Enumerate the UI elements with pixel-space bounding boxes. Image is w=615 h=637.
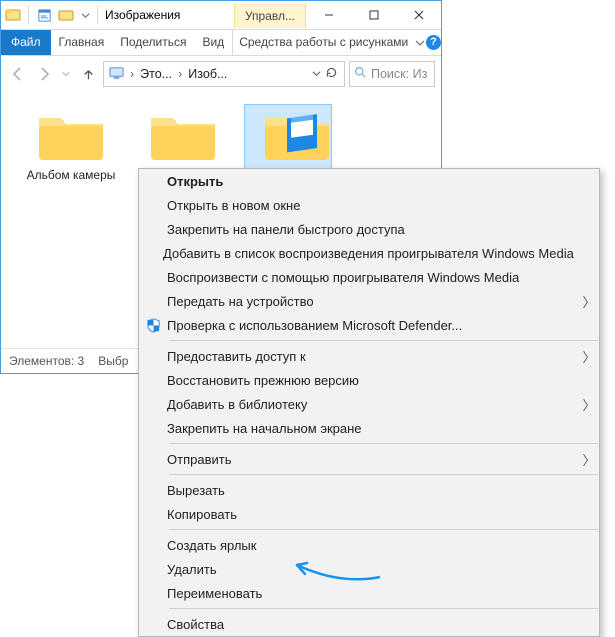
address-bar[interactable]: › Это... › Изоб... [103,61,345,87]
folder-thumbnail-icon [261,108,333,164]
navigation-bar: › Это... › Изоб... Поиск: Из [1,56,441,92]
tab-view[interactable]: Вид [194,30,232,55]
breadcrumb-segment[interactable]: Изоб... [185,67,230,81]
properties-icon[interactable] [34,4,54,26]
refresh-icon[interactable] [325,66,338,82]
folder-icon [35,108,107,164]
menu-play-wmp[interactable]: Воспроизвести с помощью проигрывателя Wi… [139,265,599,289]
contextual-tab-header[interactable]: Управл... [234,3,306,28]
close-button[interactable] [396,1,441,30]
folder-icon [147,108,219,164]
folder-label: Альбом камеры [27,168,116,182]
menu-pin-quick-access[interactable]: Закрепить на панели быстрого доступа [139,217,599,241]
menu-copy[interactable]: Копировать [139,502,599,526]
search-placeholder: Поиск: Из [371,67,427,81]
nav-forward-button[interactable] [33,63,55,85]
help-button[interactable]: ? [426,30,441,55]
window-controls [306,1,441,30]
menu-rename[interactable]: Переименовать [139,581,599,605]
maximize-button[interactable] [351,1,396,30]
submenu-arrow-icon: 〉 [579,395,599,414]
nav-recent-chevron-icon[interactable] [59,63,73,85]
window-title: Изображения [101,8,234,22]
minimize-button[interactable] [306,1,351,30]
quick-access-toolbar [1,4,94,26]
menu-defender-scan[interactable]: Проверка с использованием Microsoft Defe… [139,313,599,337]
help-icon: ? [426,35,441,50]
chevron-right-icon[interactable]: › [175,67,185,81]
breadcrumb-segment[interactable]: Это... [137,67,175,81]
submenu-arrow-icon: 〉 [579,292,599,311]
menu-cast-to-device[interactable]: Передать на устройство〉 [139,289,599,313]
nav-up-button[interactable] [77,63,99,85]
menu-delete[interactable]: Удалить [139,557,599,581]
submenu-arrow-icon: 〉 [579,347,599,366]
menu-open[interactable]: Открыть [139,169,599,193]
address-chevron-down-icon[interactable] [312,67,321,81]
qat-chevron-down-icon[interactable] [78,4,92,26]
folder-item-camera-roll[interactable]: Альбом камеры [19,108,123,182]
menu-give-access[interactable]: Предоставить доступ к〉 [139,344,599,368]
search-input[interactable]: Поиск: Из [349,61,435,87]
chevron-right-icon[interactable]: › [127,67,137,81]
menu-add-wmp-playlist[interactable]: Добавить в список воспроизведения проигр… [139,241,599,265]
menu-add-to-library[interactable]: Добавить в библиотеку〉 [139,392,599,416]
menu-separator [169,529,598,530]
tab-picture-tools[interactable]: Средства работы с рисунками [233,30,414,55]
menu-restore-previous[interactable]: Восстановить прежнюю версию [139,368,599,392]
new-folder-icon[interactable] [56,4,76,26]
tab-home[interactable]: Главная [51,30,113,55]
menu-create-shortcut[interactable]: Создать ярлык [139,533,599,557]
menu-separator [169,608,598,609]
title-bar: Изображения Управл... [1,1,441,30]
status-selection: Выбр [98,354,128,368]
pc-icon [106,65,127,83]
menu-separator [169,474,598,475]
app-icon[interactable] [3,4,23,26]
menu-pin-to-start[interactable]: Закрепить на начальном экране [139,416,599,440]
folder-item-selected[interactable] [245,108,349,164]
defender-shield-icon [139,318,167,333]
menu-cut[interactable]: Вырезать [139,478,599,502]
ribbon-expand-chevron-icon[interactable] [414,30,426,55]
context-menu: Открыть Открыть в новом окне Закрепить н… [138,168,600,637]
tab-file[interactable]: Файл [1,30,51,55]
search-icon [354,66,367,82]
tab-share[interactable]: Поделиться [112,30,194,55]
menu-separator [169,443,598,444]
menu-open-new-window[interactable]: Открыть в новом окне [139,193,599,217]
menu-properties[interactable]: Свойства [139,612,599,636]
menu-send-to[interactable]: Отправить〉 [139,447,599,471]
nav-back-button[interactable] [7,63,29,85]
submenu-arrow-icon: 〉 [579,450,599,469]
ribbon-tabs: Файл Главная Поделиться Вид Средства раб… [1,30,441,56]
menu-separator [169,340,598,341]
status-item-count: Элементов: 3 [9,354,84,368]
